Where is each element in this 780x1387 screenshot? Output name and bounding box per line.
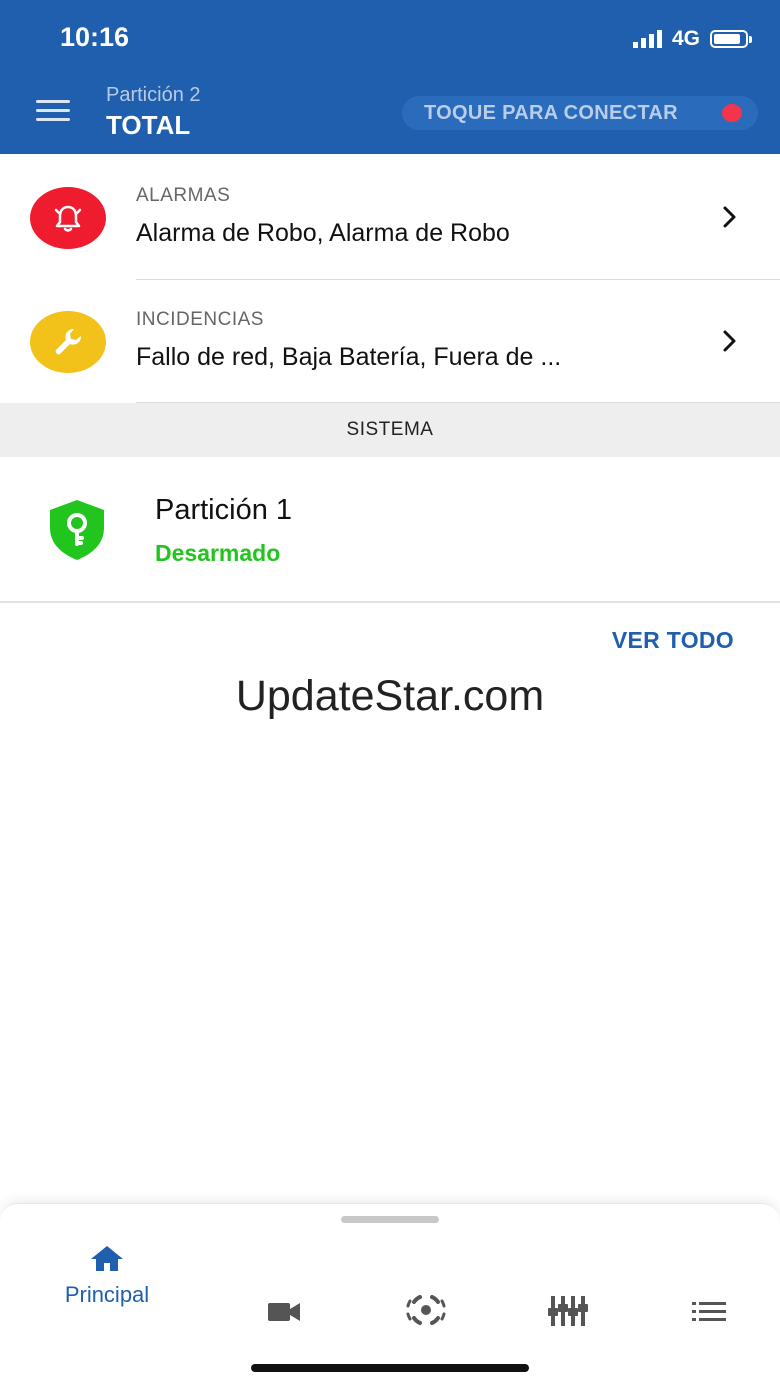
alarms-description: Alarma de Robo, Alarma de Robo xyxy=(136,219,510,247)
incidents-category: INCIDENCIAS xyxy=(136,309,264,330)
chevron-right-icon xyxy=(723,206,736,228)
partition-state: Desarmado xyxy=(155,540,281,566)
wrench-icon xyxy=(30,311,106,373)
cellular-signal-icon xyxy=(632,30,662,48)
shield-key-icon xyxy=(50,500,104,560)
menu-icon[interactable] xyxy=(36,100,70,122)
app-header: 10:16 4G Partición 2 TOTAL TOQUE PARA CO… xyxy=(0,0,780,154)
partition-row[interactable]: Partición 1 Desarmado xyxy=(0,458,780,603)
network-type: 4G xyxy=(671,27,700,50)
connect-label: TOQUE PARA CONECTAR xyxy=(424,101,678,124)
tab-camera[interactable] xyxy=(229,1244,339,1324)
alarms-row[interactable]: ALARMAS Alarma de Robo, Alarma de Robo xyxy=(0,155,780,279)
status-indicators: 4G xyxy=(632,26,752,52)
partition-name: Partición 1 xyxy=(155,494,293,526)
home-indicator xyxy=(251,1364,529,1372)
status-time: 10:16 xyxy=(60,22,130,52)
tab-list[interactable] xyxy=(654,1244,764,1324)
connect-button[interactable]: TOQUE PARA CONECTAR xyxy=(402,96,758,130)
home-icon xyxy=(91,1246,123,1271)
sensor-icon xyxy=(406,1295,446,1325)
sliders-icon xyxy=(548,1296,588,1326)
tab-sensors[interactable] xyxy=(371,1244,481,1325)
battery-icon xyxy=(710,30,752,48)
list-icon xyxy=(692,1302,726,1321)
section-title: SISTEMA xyxy=(346,419,434,440)
header-subtitle: Partición 2 xyxy=(106,84,201,106)
bell-icon xyxy=(30,187,106,249)
connection-status-dot xyxy=(722,104,742,122)
tab-principal[interactable]: Principal xyxy=(52,1244,162,1324)
view-all-link[interactable]: VER TODO xyxy=(612,627,734,654)
watermark-text: UpdateStar.com xyxy=(235,672,545,720)
incidents-row[interactable]: INCIDENCIAS Fallo de red, Baja Batería, … xyxy=(0,279,780,403)
header-title: TOTAL xyxy=(106,110,191,140)
tab-controls[interactable] xyxy=(512,1244,622,1326)
section-header: SISTEMA xyxy=(0,403,780,457)
video-camera-icon xyxy=(268,1303,300,1321)
alarms-category: ALARMAS xyxy=(136,185,231,206)
bottom-tab-bar: Principal xyxy=(0,1203,780,1387)
incidents-description: Fallo de red, Baja Batería, Fuera de ... xyxy=(136,343,562,371)
tab-principal-label: Principal xyxy=(64,1282,150,1307)
drawer-handle[interactable] xyxy=(341,1216,439,1223)
chevron-right-icon xyxy=(723,330,736,352)
